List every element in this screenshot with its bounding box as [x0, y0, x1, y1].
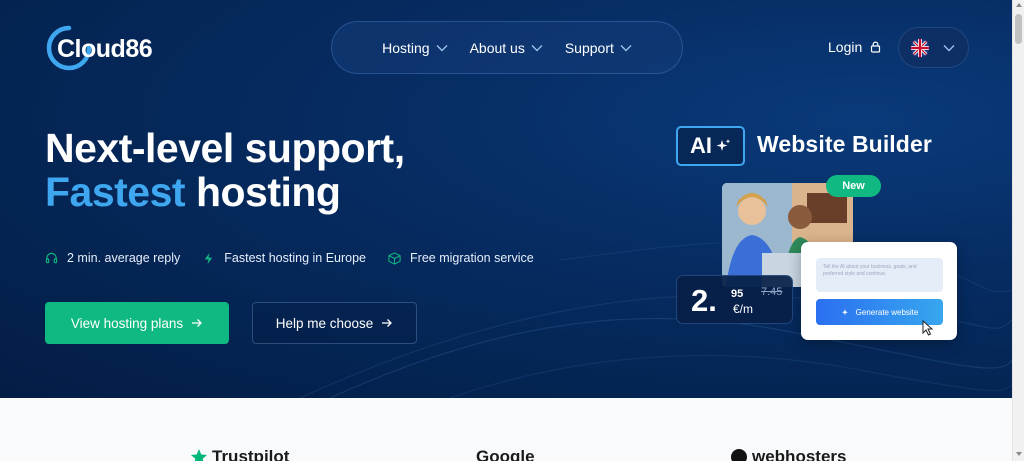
headline-line1: Next-level support, [45, 125, 405, 171]
page-scrollbar[interactable] [1012, 0, 1024, 461]
reviews-section: Trustpilot Google webhosters [0, 398, 1012, 461]
chevron-down-icon [531, 44, 543, 51]
feature-label: 2 min. average reply [67, 251, 181, 265]
review-google[interactable]: Google [476, 447, 535, 461]
scroll-up-arrow-icon[interactable] [1016, 3, 1022, 7]
generate-card: Tell the AI about your business, goals, … [801, 242, 957, 340]
review-label: Google [476, 447, 535, 461]
arrow-right-icon [192, 319, 203, 327]
login-label: Login [828, 39, 863, 55]
price-decimals: 95 [731, 288, 744, 300]
nav-item-label: About us [469, 39, 525, 56]
help-me-choose-button[interactable]: Help me choose [252, 302, 417, 344]
price-card: 2. 95 7.45 €/m [676, 275, 793, 324]
new-badge: New [826, 175, 881, 197]
price-unit: €/m [733, 302, 754, 316]
review-trustpilot[interactable]: Trustpilot [190, 447, 289, 461]
box-icon [388, 251, 401, 265]
nav-item-label: Hosting [382, 39, 430, 56]
login-link[interactable]: Login [828, 39, 881, 55]
feature-label: Fastest hosting in Europe [224, 251, 367, 265]
nav-item-hosting[interactable]: Hosting [382, 39, 448, 56]
main-nav: Hosting About us Support [331, 21, 683, 74]
promo-title: Website Builder [757, 131, 932, 157]
review-label: Trustpilot [212, 447, 290, 461]
uk-flag-icon [911, 38, 929, 57]
view-hosting-plans-button[interactable]: View hosting plans [45, 302, 229, 344]
hero-headline: Next-level support, Fastest hosting [45, 126, 405, 214]
ai-badge: AI [676, 126, 745, 166]
brand-logo[interactable]: Cloud86 [45, 24, 155, 72]
webhosters-logo-icon [731, 449, 747, 461]
ai-badge-label: AI [690, 133, 712, 158]
button-label: View hosting plans [70, 315, 184, 331]
headline-rest: hosting [185, 169, 341, 215]
nav-item-support[interactable]: Support [565, 40, 632, 56]
button-label: Help me choose [275, 315, 374, 331]
feature-item: 2 min. average reply [45, 251, 180, 265]
sparkle-icon [841, 308, 848, 315]
arrow-right-icon [382, 319, 393, 327]
chevron-down-icon [943, 44, 955, 51]
nav-item-label: Support [564, 39, 614, 56]
scroll-down-arrow-icon[interactable] [1016, 452, 1022, 456]
feature-item: Fastest hosting in Europe [202, 251, 366, 265]
language-selector[interactable] [898, 27, 969, 68]
review-label: webhosters [752, 447, 847, 461]
sparkle-icon [716, 139, 731, 151]
mouse-cursor-icon [922, 320, 934, 336]
star-icon [191, 449, 207, 461]
headset-icon [45, 252, 58, 263]
button-label: Generate website [855, 307, 919, 317]
scroll-thumb[interactable] [1015, 14, 1022, 44]
price-old: 7.45 [761, 286, 783, 298]
feature-label: Free migration service [410, 251, 534, 265]
feature-item: Free migration service [388, 251, 534, 265]
ai-prompt-input[interactable]: Tell the AI about your business, goals, … [816, 258, 943, 292]
feature-list: 2 min. average reply Fastest hosting in … [45, 251, 556, 265]
lock-icon [871, 41, 881, 53]
hero-section: Cloud86 Hosting About us Support Login N… [0, 0, 1012, 398]
headline-accent: Fastest [45, 169, 186, 215]
chevron-down-icon [620, 44, 632, 51]
lightning-icon [205, 252, 213, 264]
brand-name: Cloud86 [57, 35, 153, 63]
chevron-down-icon [436, 44, 448, 51]
review-webhosters[interactable]: webhosters [730, 447, 846, 461]
nav-item-about-us[interactable]: About us [470, 40, 543, 56]
price-main: 2. [691, 283, 717, 318]
